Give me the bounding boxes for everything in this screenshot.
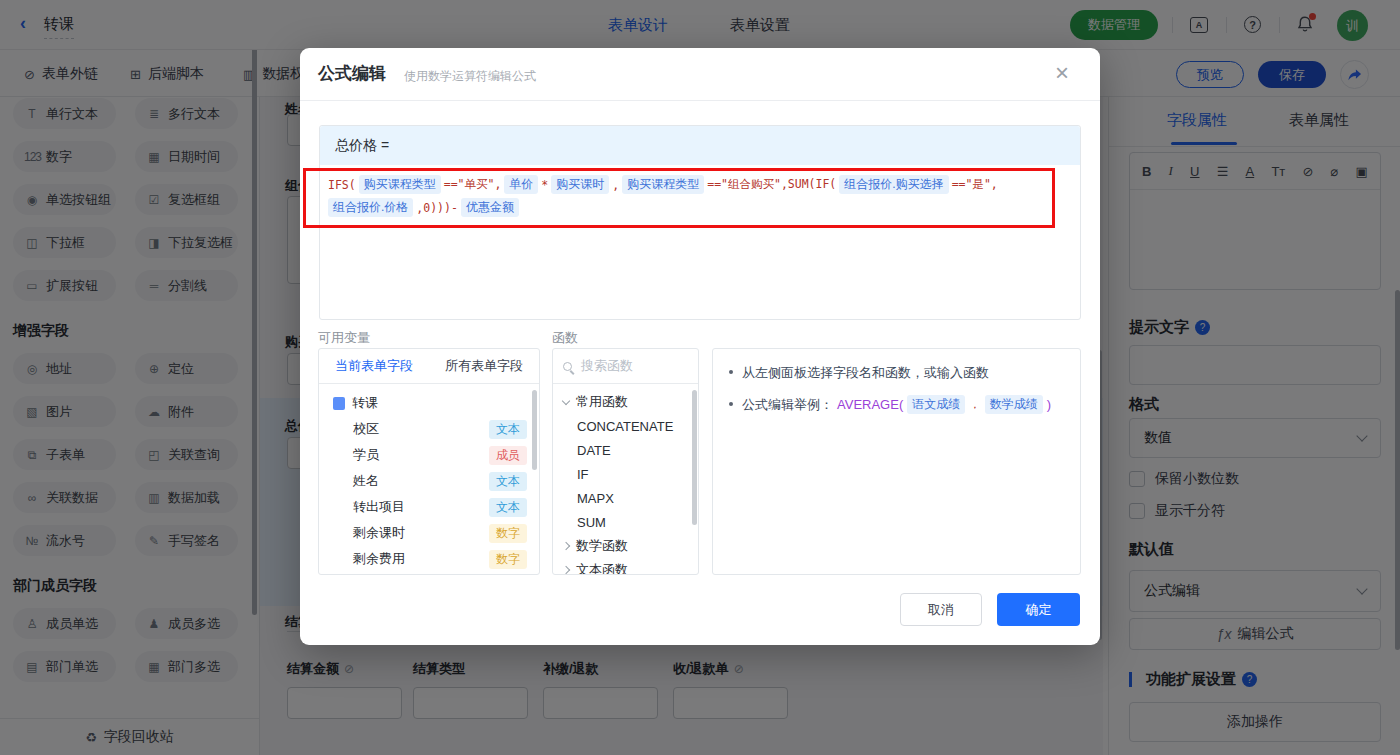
function-group-name: 文本函数 [576, 561, 628, 575]
variables-label: 可用变量 [318, 329, 370, 347]
bullet-icon [729, 402, 733, 406]
divider [300, 100, 1100, 101]
close-icon[interactable]: × [1055, 59, 1069, 87]
variable-item[interactable]: 剩余费用 数字 [319, 546, 539, 572]
dialog-title: 公式编辑 [318, 62, 386, 85]
function-search[interactable]: 搜索函数 [553, 349, 698, 384]
variable-type-tag: 文本 [489, 472, 527, 491]
variable-name: 剩余费用 [353, 550, 405, 568]
formula-edit-dialog: 公式编辑 使用数学运算符编辑公式 × 总价格 = IFS(购买课程类型=="单买… [300, 48, 1100, 645]
vars-tab-0[interactable]: 当前表单字段 [319, 349, 429, 383]
field-chip[interactable]: 数学成绩 [985, 395, 1043, 414]
formula-code: ， [969, 394, 981, 415]
vars-tab-1[interactable]: 所有表单字段 [429, 349, 539, 383]
field-chip[interactable]: 语文成绩 [907, 395, 965, 414]
tip-text-part: 从左侧面板选择字段名和函数，或输入函数 [742, 362, 989, 383]
annotation-red-box [303, 168, 1055, 228]
function-item[interactable]: DATE [553, 438, 698, 462]
variable-name: 转出项目 [353, 498, 405, 516]
functions-panel: 搜索函数 常用函数 CONCATENATEDATEIFMAPXSUM 数学函数文本函… [552, 348, 699, 575]
function-group[interactable]: 常用函数 [553, 390, 698, 414]
tip-item: 从左侧面板选择字段名和函数，或输入函数 [729, 362, 1064, 383]
variable-type-tag: 文本 [489, 498, 527, 517]
form-name: 转课 [352, 394, 378, 412]
variable-type-tag: 成员 [489, 446, 527, 465]
variable-type-tag: 文本 [489, 420, 527, 439]
chevron-right-icon [562, 566, 570, 574]
chevron-right-icon [562, 542, 570, 550]
bullet-icon [729, 370, 733, 374]
variable-type-tag: 数字 [489, 550, 527, 569]
chevron-down-icon [562, 396, 570, 404]
function-item[interactable]: IF [553, 462, 698, 486]
formula-target: 总价格 = [320, 126, 1080, 165]
variables-panel: 当前表单字段所有表单字段 转课校区文本学员成员姓名文本转出项目文本剩余课时数字剩… [318, 348, 540, 575]
search-icon [563, 362, 572, 371]
variable-item[interactable]: 校区 文本 [319, 416, 539, 442]
function-text: AVERAGE( [837, 394, 903, 415]
variable-item[interactable]: 转出项目 文本 [319, 494, 539, 520]
function-text: ) [1047, 394, 1051, 415]
variable-name: 姓名 [353, 472, 379, 490]
variable-type-tag: 数字 [489, 524, 527, 543]
form-node[interactable]: 转课 [319, 390, 539, 416]
tip-text: 从左侧面板选择字段名和函数，或输入函数 [742, 362, 989, 383]
function-group[interactable]: 数学函数 [553, 534, 698, 558]
panel-scrollbar[interactable] [692, 390, 697, 525]
function-item[interactable]: SUM [553, 510, 698, 534]
form-icon [333, 397, 345, 410]
tip-text-part: 公式编辑举例： [742, 394, 833, 415]
cancel-button[interactable]: 取消 [900, 593, 982, 626]
variable-item[interactable]: 姓名 文本 [319, 468, 539, 494]
variable-item[interactable]: 学员 成员 [319, 442, 539, 468]
dialog-subtitle: 使用数学运算符编辑公式 [404, 68, 536, 85]
function-group[interactable]: 文本函数 [553, 558, 698, 575]
tip-item: 公式编辑举例：AVERAGE(语文成绩，数学成绩) [729, 394, 1064, 415]
tip-text: 公式编辑举例：AVERAGE(语文成绩，数学成绩) [742, 394, 1051, 415]
search-placeholder: 搜索函数 [581, 357, 633, 375]
variable-item[interactable]: 剩余课时 数字 [319, 520, 539, 546]
variable-name: 学员 [353, 446, 379, 464]
tips-panel: 从左侧面板选择字段名和函数，或输入函数公式编辑举例：AVERAGE(语文成绩，数… [712, 348, 1081, 575]
function-group-name: 常用函数 [576, 393, 628, 411]
functions-label: 函数 [552, 329, 578, 347]
function-item[interactable]: MAPX [553, 486, 698, 510]
confirm-button[interactable]: 确定 [997, 593, 1080, 626]
function-group-name: 数学函数 [576, 537, 628, 555]
function-item[interactable]: CONCATENATE [553, 414, 698, 438]
variable-name: 剩余课时 [353, 524, 405, 542]
panel-scrollbar[interactable] [532, 390, 537, 470]
variable-name: 校区 [353, 420, 379, 438]
